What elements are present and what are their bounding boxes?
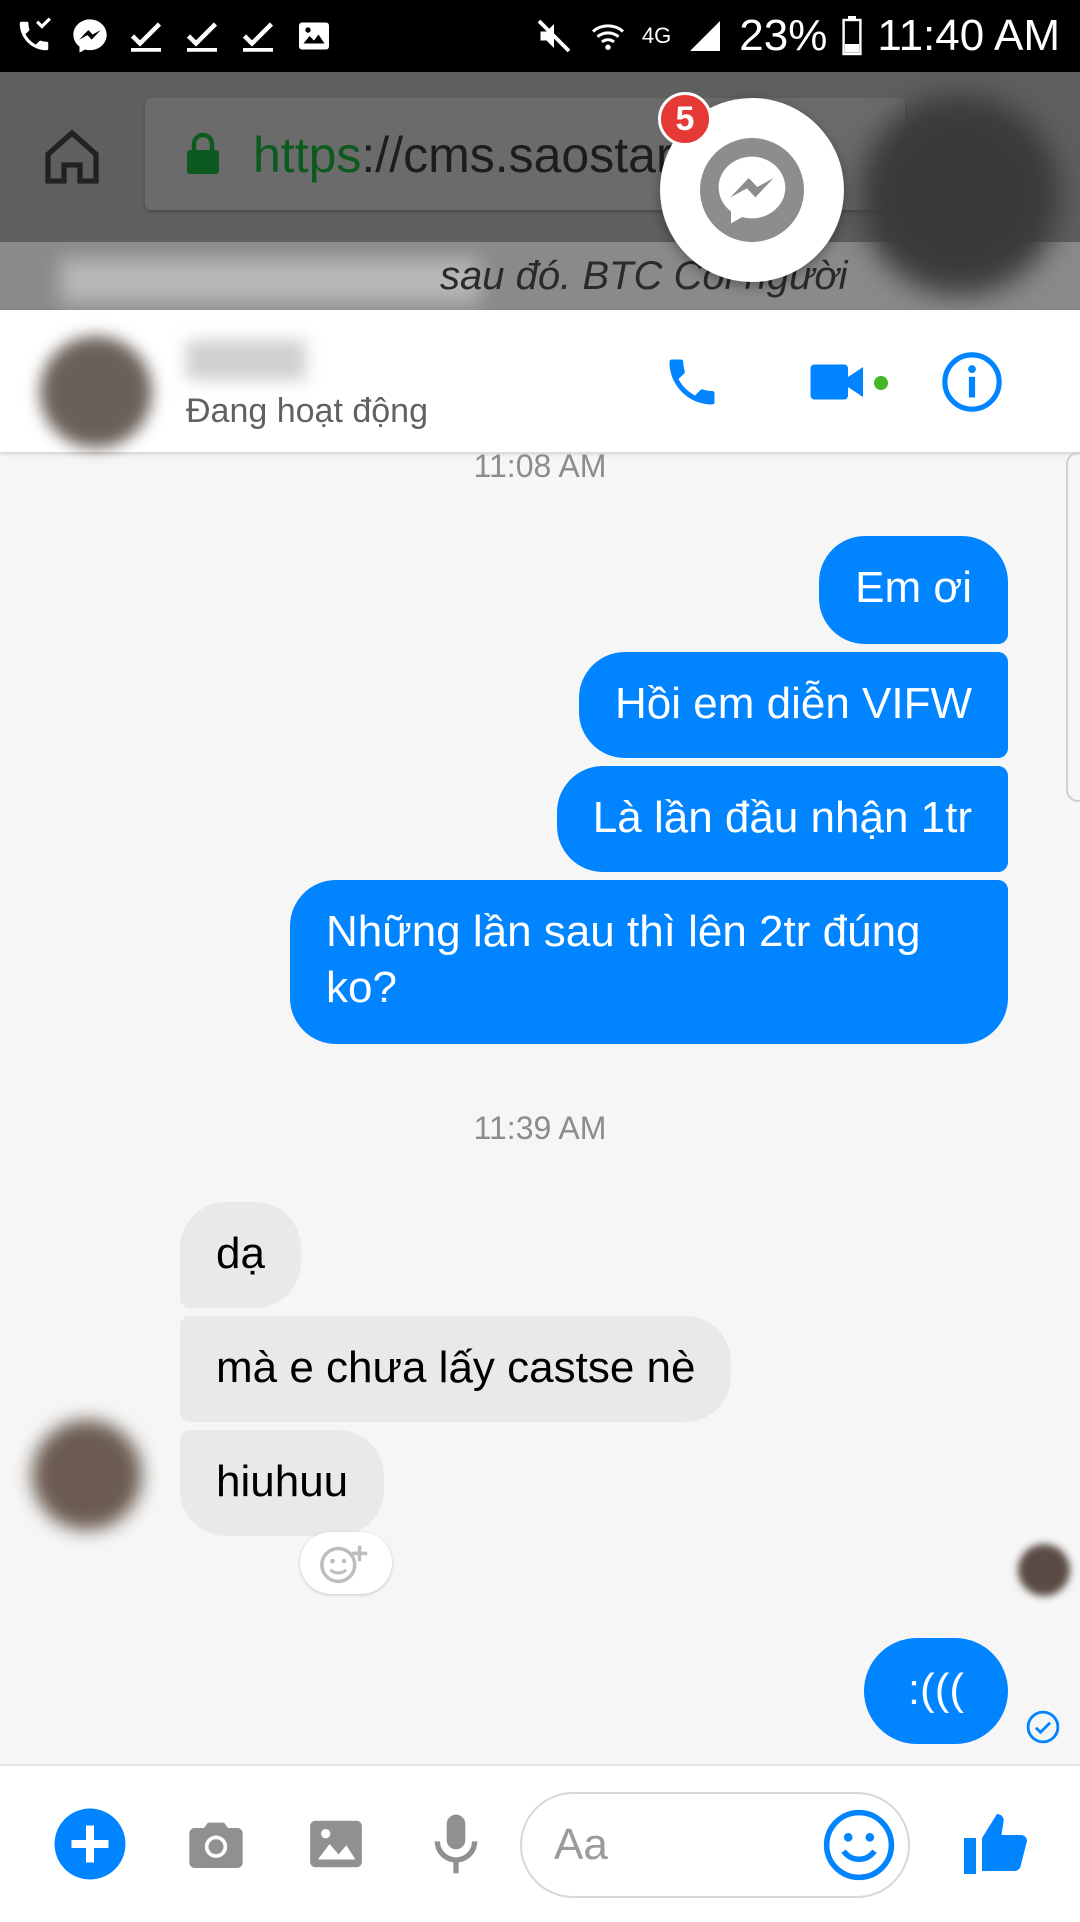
phone-icon bbox=[669, 359, 715, 405]
incoming-message[interactable]: dạ bbox=[180, 1202, 301, 1308]
check-icon bbox=[238, 16, 278, 56]
incoming-message[interactable]: hiuhuu bbox=[180, 1430, 385, 1536]
outgoing-message[interactable]: Hồi em diễn VIFW bbox=[579, 652, 1008, 758]
voice-button[interactable] bbox=[418, 1806, 494, 1882]
video-call-button[interactable] bbox=[806, 350, 870, 414]
url-protocol: https bbox=[253, 127, 362, 183]
other-chat-head[interactable] bbox=[860, 95, 1060, 295]
home-icon[interactable] bbox=[40, 127, 104, 187]
camera-icon bbox=[189, 1822, 243, 1868]
info-button[interactable] bbox=[940, 350, 1004, 414]
gallery-button[interactable] bbox=[298, 1806, 374, 1882]
message-input[interactable]: Aa bbox=[520, 1792, 910, 1898]
wifi-icon bbox=[588, 16, 628, 56]
avatar[interactable] bbox=[32, 1420, 142, 1530]
add-button[interactable] bbox=[52, 1806, 128, 1882]
url-host: ://cms.saostar bbox=[361, 127, 673, 183]
like-button[interactable] bbox=[956, 1806, 1032, 1882]
online-indicator bbox=[874, 376, 888, 390]
signal-icon bbox=[685, 16, 725, 56]
system-indicators: 4G 23% 11:40 AM bbox=[534, 10, 1060, 62]
url-text: https://cms.saostar bbox=[253, 126, 673, 184]
camera-button[interactable] bbox=[178, 1806, 254, 1882]
add-icon bbox=[54, 1808, 126, 1880]
timestamp: 11:39 AM bbox=[473, 1110, 607, 1146]
avatar[interactable] bbox=[40, 336, 152, 448]
battery-icon bbox=[841, 16, 863, 56]
outgoing-message[interactable]: :((( bbox=[863, 1638, 1008, 1744]
status-bar: 4G 23% 11:40 AM bbox=[0, 0, 1080, 72]
check-icon bbox=[126, 16, 166, 56]
incoming-message[interactable]: mà e chưa lấy castse nè bbox=[180, 1316, 732, 1422]
image-icon bbox=[294, 16, 334, 56]
message-input-placeholder: Aa bbox=[554, 1820, 608, 1869]
battery-percent: 23% bbox=[739, 11, 828, 60]
outgoing-message[interactable]: Em ơi bbox=[819, 536, 1008, 644]
active-status: Đang hoạt động bbox=[186, 392, 428, 430]
info-icon bbox=[942, 352, 1002, 412]
gallery-icon bbox=[310, 1820, 362, 1868]
like-icon bbox=[964, 1814, 1027, 1874]
video-icon bbox=[810, 364, 863, 400]
missed-call-icon bbox=[14, 16, 54, 56]
conversation-header: Đang hoạt động bbox=[0, 310, 1080, 452]
messenger-icon bbox=[700, 138, 804, 242]
contact-name-redacted bbox=[186, 340, 306, 380]
outgoing-message[interactable]: Những lần sau thì lên 2tr đúng ko? bbox=[290, 880, 1008, 1044]
unread-badge: 5 bbox=[658, 92, 712, 146]
mic-icon bbox=[434, 1814, 478, 1874]
call-button[interactable] bbox=[660, 350, 724, 414]
check-icon bbox=[182, 16, 222, 56]
messenger-icon bbox=[70, 16, 110, 56]
delivered-icon bbox=[1026, 1710, 1060, 1744]
blurred-text bbox=[60, 258, 480, 304]
clock: 11:40 AM bbox=[877, 11, 1060, 60]
mute-icon bbox=[534, 16, 574, 56]
message-composer: Aa bbox=[0, 1764, 1080, 1922]
scrollbar[interactable] bbox=[1066, 452, 1080, 802]
lock-icon bbox=[185, 132, 221, 176]
network-label: 4G bbox=[641, 23, 672, 48]
add-reaction-icon bbox=[320, 1545, 368, 1584]
emoji-button[interactable] bbox=[822, 1808, 896, 1882]
add-reaction-button[interactable] bbox=[300, 1532, 392, 1594]
seen-indicator-avatar bbox=[1018, 1544, 1070, 1596]
emoji-icon bbox=[823, 1809, 895, 1881]
outgoing-message[interactable]: Là lần đầu nhận 1tr bbox=[556, 766, 1008, 872]
notification-icons bbox=[14, 16, 334, 56]
timestamp: 11:08 AM bbox=[473, 448, 607, 484]
